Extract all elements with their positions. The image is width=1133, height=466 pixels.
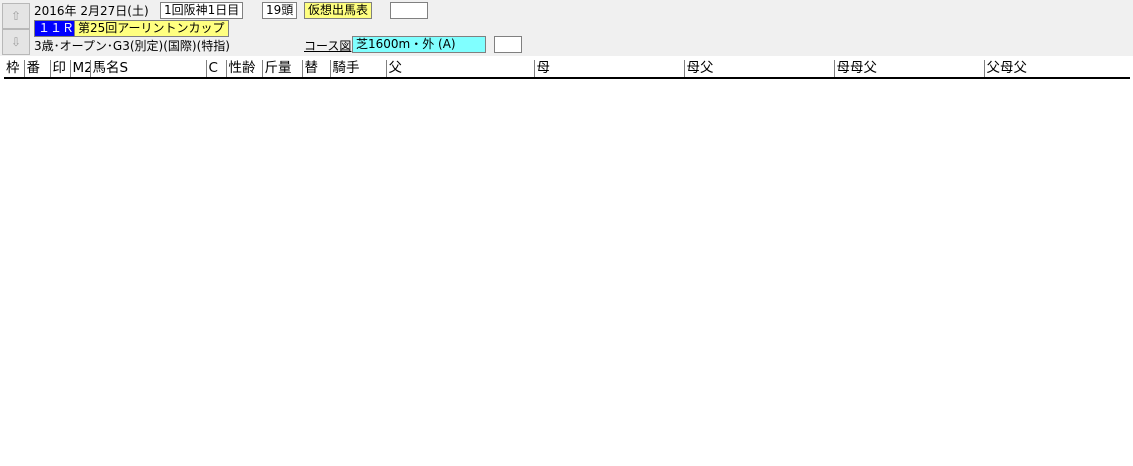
column-header-horse-name[interactable]: 馬名S [89, 60, 206, 79]
column-header-mark[interactable]: 印 [49, 60, 70, 79]
race-header: ⇧ ⇩ 2016年 2月27日(土) 1回阪神1日目 19頭 仮想出馬表 １１Ｒ… [0, 0, 1133, 56]
column-header-number[interactable]: 番 [23, 60, 50, 79]
race-card-table: 枠番印M2馬名SC性齢斤量替騎手父母母父母母父父母父 [4, 60, 1130, 79]
course-extra-field[interactable] [494, 36, 522, 53]
column-header-c[interactable]: C [205, 60, 226, 79]
runner-count: 19頭 [262, 2, 298, 19]
column-header-weight[interactable]: 斤量 [261, 60, 302, 79]
race-number: １１Ｒ [34, 20, 79, 37]
column-header-dam-sire[interactable]: 母父 [683, 60, 834, 79]
column-header-row: 枠番印M2馬名SC性齢斤量替騎手父母母父母母父父母父 [4, 60, 1130, 79]
column-header-jockey-change[interactable]: 替 [301, 60, 330, 79]
race-conditions: 3歳･オープン･G3(別定)(国際)(特指) [34, 39, 230, 53]
column-header-m2[interactable]: M2 [69, 60, 90, 79]
mode-extra-field[interactable] [390, 2, 428, 19]
prev-race-button[interactable]: ⇧ [2, 3, 30, 29]
course-info: 芝1600m・外 (A) [352, 36, 486, 53]
card-mode-label: 仮想出馬表 [304, 2, 373, 19]
race-name: 第25回アーリントンカップ [74, 20, 229, 37]
column-header-sex-age[interactable]: 性齢 [225, 60, 262, 79]
column-header-sire[interactable]: 父 [385, 60, 534, 79]
arrow-down-icon: ⇩ [10, 35, 22, 49]
arrow-up-icon: ⇧ [10, 9, 22, 23]
column-header-sire-dam-sire[interactable]: 父母父 [983, 60, 1130, 79]
column-header-jockey[interactable]: 騎手 [329, 60, 386, 79]
column-header-dam[interactable]: 母 [533, 60, 684, 79]
column-header-waku[interactable]: 枠 [4, 60, 24, 79]
course-map-link[interactable]: コース図 [304, 38, 351, 54]
column-header-dam-dam-sire[interactable]: 母母父 [833, 60, 984, 79]
next-race-button[interactable]: ⇩ [2, 29, 30, 55]
meeting-info: 1回阪神1日目 [160, 2, 244, 19]
race-date: 2016年 2月27日(土) [34, 4, 149, 18]
